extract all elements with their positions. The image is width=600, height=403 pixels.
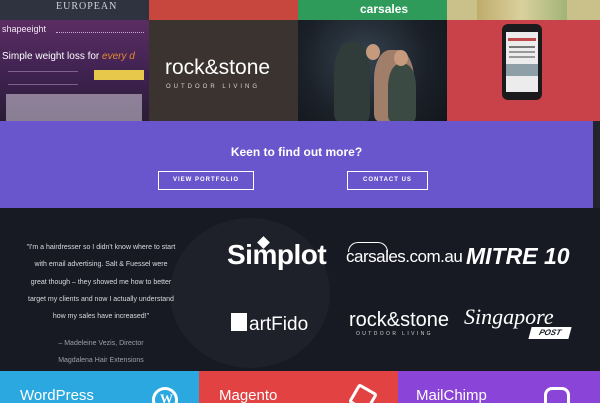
portfolio-tile-cartoon[interactable] — [447, 0, 600, 20]
player-head — [394, 50, 408, 66]
carsales-logo-text: carsales — [360, 2, 409, 16]
client-logo-rockstone-tagline: OUTDOOR LIVING — [356, 331, 433, 337]
mailchimp-icon — [544, 387, 570, 403]
rockstone-tagline: OUTDOOR LIVING — [166, 84, 261, 90]
portfolio-tile-red[interactable] — [149, 0, 298, 20]
rockstone-logo: rock&stone — [165, 56, 271, 79]
service-tile-wordpress[interactable]: WordPress W — [0, 371, 199, 403]
testimonial-quote: "I'm a hairdresser so I didn't know wher… — [26, 244, 176, 321]
european-logo-text: EUROPEAN — [56, 1, 118, 12]
clients-section: "I'm a hairdresser so I didn't know wher… — [0, 208, 600, 371]
singapore-post-badge: POST — [528, 327, 572, 339]
portfolio-tile-european[interactable]: EUROPEAN — [0, 0, 149, 20]
magento-icon — [347, 382, 379, 403]
service-label: WordPress — [20, 387, 94, 403]
service-label: MailChimp — [416, 387, 487, 403]
portfolio-tile-rockstone[interactable]: rock&stone OUTDOOR LIVING — [149, 20, 298, 121]
client-logo-artfido: artFido — [249, 314, 309, 335]
scrollbar-edge — [593, 121, 600, 208]
phone-screen-text — [509, 46, 535, 48]
shapeeight-nav — [56, 32, 144, 36]
portfolio-grid: EUROPEAN carsales shapeeight Simple weig… — [0, 0, 600, 121]
phone-screen-header — [508, 38, 536, 41]
portfolio-tile-carsales[interactable]: carsales — [298, 0, 447, 20]
shapeeight-cta — [94, 70, 144, 80]
client-logo-rockstone: rock&stone — [349, 309, 450, 331]
contact-us-button[interactable]: CONTACT US — [347, 171, 428, 190]
page: EUROPEAN carsales shapeeight Simple weig… — [0, 0, 600, 403]
wordpress-icon: W — [152, 387, 178, 403]
player-head — [366, 44, 380, 60]
service-label: Magento — [219, 387, 278, 403]
shapeeight-screenshot — [6, 94, 142, 121]
client-logo-mitre10: MITRE 10 — [466, 243, 570, 269]
phone-screen-photo — [506, 64, 538, 76]
player-figure — [388, 64, 416, 121]
player-figure — [334, 42, 370, 121]
carsales-car-icon — [348, 242, 388, 252]
artfido-icon — [231, 313, 247, 331]
service-tile-magento[interactable]: Magento — [199, 371, 398, 403]
shapeeight-body-text — [8, 71, 78, 85]
shapeeight-headline: Simple weight loss for every d — [2, 51, 135, 62]
service-tile-mailchimp[interactable]: MailChimp — [398, 371, 600, 403]
portfolio-tile-shapeeight[interactable]: shapeeight Simple weight loss for every … — [0, 20, 149, 121]
view-portfolio-button[interactable]: VIEW PORTFOLIO — [158, 171, 254, 190]
portfolio-tile-mobile-app[interactable] — [447, 20, 600, 121]
testimonial-author: – Madeleine Vezis, Director Magdalena Hai… — [58, 340, 144, 364]
phone-screen — [506, 32, 538, 92]
portfolio-tile-football[interactable] — [298, 20, 447, 121]
cta-heading: Keen to find out more? — [230, 145, 363, 159]
client-logo-simplot: Simplot — [227, 239, 327, 270]
cta-band: Keen to find out more? VIEW PORTFOLIO CO… — [0, 121, 593, 208]
shapeeight-logo: shapeeight — [2, 24, 47, 34]
